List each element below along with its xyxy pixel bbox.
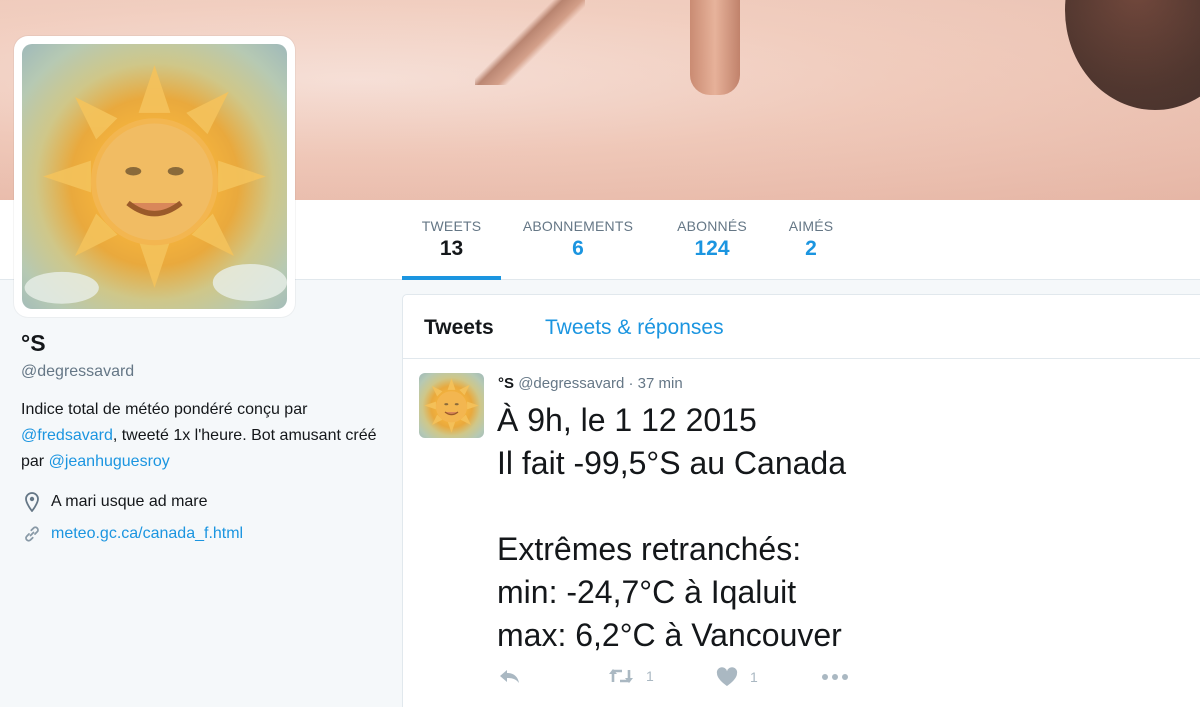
more-options-button[interactable] (821, 673, 849, 681)
like-button[interactable]: 1 (716, 667, 758, 687)
stat-followers[interactable]: ABONNÉS 124 (668, 200, 756, 280)
like-count: 1 (750, 669, 758, 685)
tab-tweets-replies[interactable]: Tweets & réponses (545, 316, 724, 340)
timeline: Tweets Tweets & réponses °S @degressavar… (402, 294, 1200, 707)
stat-following-label: ABONNEMENTS (522, 218, 634, 234)
heart-icon (716, 667, 738, 687)
bio-mention-jeanhuguesroy[interactable]: @jeanhuguesroy (49, 453, 170, 470)
reply-button[interactable] (498, 667, 522, 685)
bio-mention-fredsavard[interactable]: @fredsavard (21, 427, 113, 444)
stat-tweets[interactable]: TWEETS 13 (402, 200, 501, 280)
stat-likes[interactable]: AIMÉS 2 (784, 200, 838, 280)
reply-icon (498, 667, 522, 685)
stat-following-value: 6 (572, 237, 584, 260)
retweet-icon (608, 667, 634, 685)
more-icon (821, 673, 849, 681)
profile-bio: Indice total de météo pondéré conçu par … (21, 397, 381, 475)
stat-tweets-label: TWEETS (421, 218, 482, 234)
profile-avatar[interactable] (14, 36, 295, 317)
website-link[interactable]: meteo.gc.ca/canada_f.html (51, 525, 243, 543)
stat-likes-value: 2 (805, 237, 817, 260)
tweet-separator: · (624, 375, 638, 392)
tweet-avatar[interactable] (419, 373, 484, 438)
tweet-header: °S @degressavard · 37 min (498, 375, 683, 392)
location-pin-icon (21, 491, 43, 513)
tweet-item[interactable]: °S @degressavard · 37 min À 9h, le 1 12 … (403, 359, 1200, 707)
link-icon (21, 523, 43, 545)
tweet-author-handle[interactable]: @degressavard (518, 375, 624, 392)
sun-baby-avatar-image (22, 44, 287, 309)
location-text: A mari usque ad mare (51, 493, 208, 510)
profile-location: A mari usque ad mare (21, 491, 381, 513)
retweet-count: 1 (646, 668, 654, 684)
tweet-timestamp[interactable]: 37 min (638, 375, 683, 392)
timeline-tabs: Tweets Tweets & réponses (403, 295, 1200, 359)
profile-website: meteo.gc.ca/canada_f.html (21, 523, 381, 545)
tab-tweets[interactable]: Tweets (424, 316, 494, 340)
tweet-author-name[interactable]: °S (498, 375, 514, 392)
profile-info: °S @degressavard Indice total de météo p… (21, 330, 381, 545)
tweet-text: À 9h, le 1 12 2015 Il fait -99,5°S au Ca… (497, 402, 847, 653)
retweet-button[interactable]: 1 (608, 667, 654, 685)
stat-likes-label: AIMÉS (788, 218, 834, 234)
stat-followers-value: 124 (694, 237, 730, 260)
stat-tweets-value: 13 (439, 237, 464, 260)
stat-followers-label: ABONNÉS (677, 218, 747, 234)
profile-name[interactable]: °S (21, 330, 381, 357)
stat-following[interactable]: ABONNEMENTS 6 (518, 200, 638, 280)
bio-text-1: Indice total de météo pondéré conçu par (21, 401, 308, 418)
profile-handle[interactable]: @degressavard (21, 363, 381, 381)
